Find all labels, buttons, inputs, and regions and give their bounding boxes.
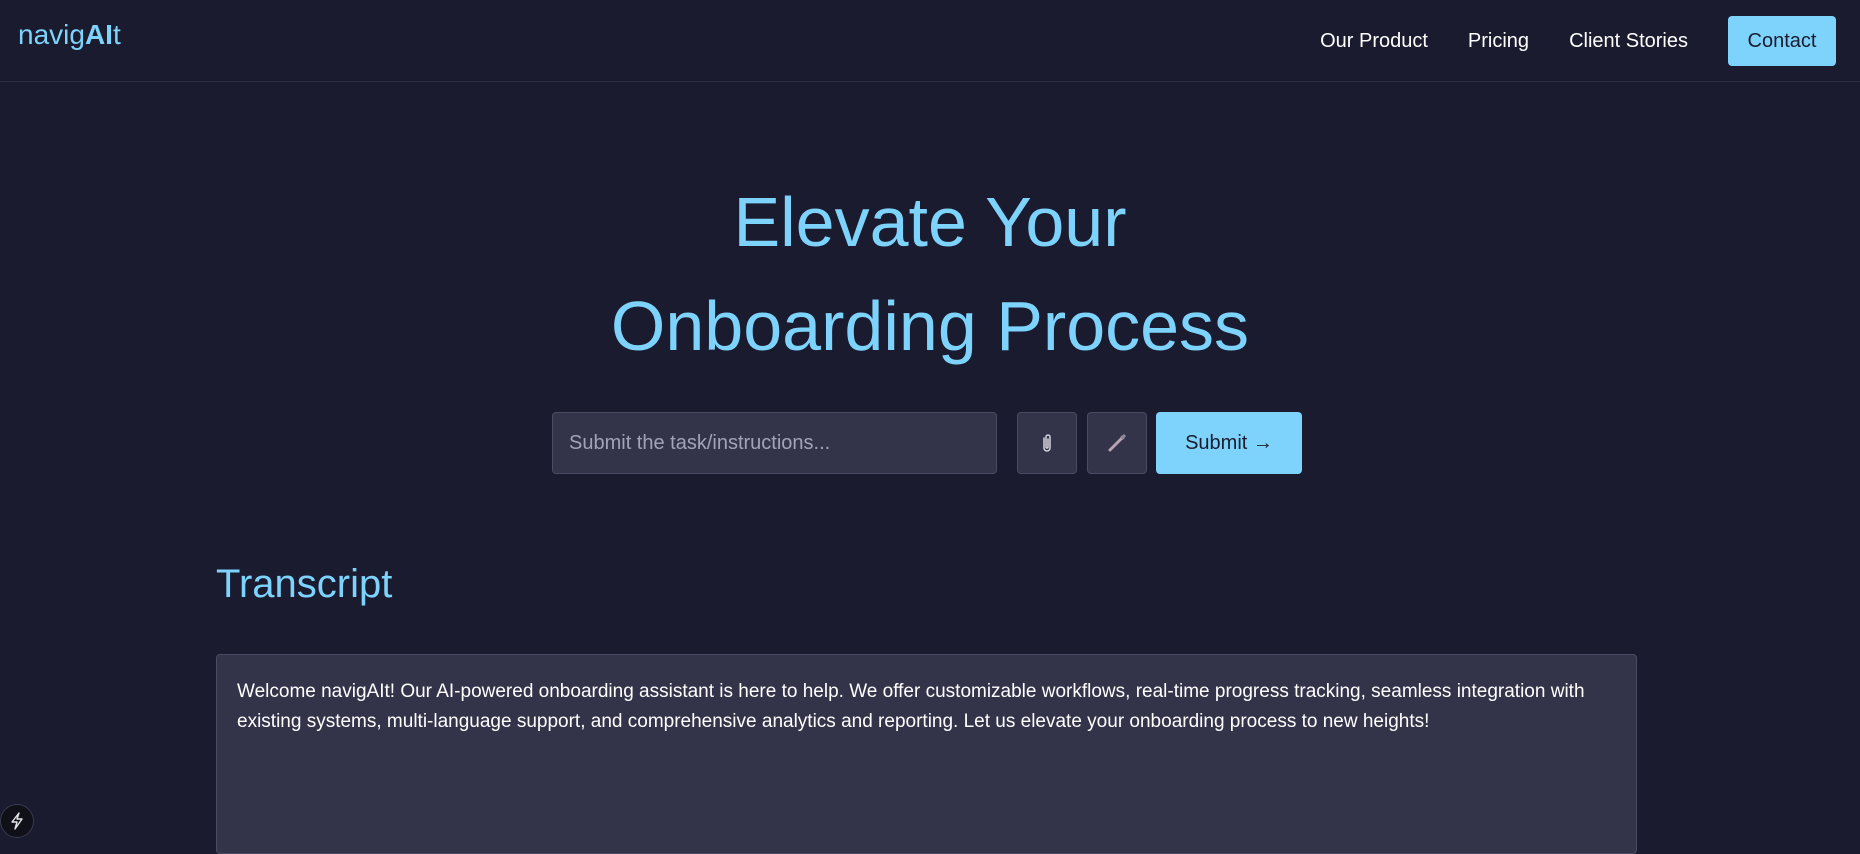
hero-title: Elevate Your Onboarding Process xyxy=(0,170,1860,378)
task-form: Submit → xyxy=(0,412,1860,474)
transcript-title: Transcript xyxy=(216,562,393,606)
transcript-text: Welcome navigAIt! Our AI-powered onboard… xyxy=(237,681,1585,732)
logo[interactable]: navigAIt xyxy=(18,19,121,51)
edit-button[interactable] xyxy=(1087,412,1147,474)
nav-links: Our Product Pricing Client Stories Conta… xyxy=(1320,0,1860,82)
paperclip-icon xyxy=(1043,434,1051,452)
dev-tools-button[interactable] xyxy=(0,804,34,838)
transcript-panel: Welcome navigAIt! Our AI-powered onboard… xyxy=(216,654,1637,854)
nav-link-our-product[interactable]: Our Product xyxy=(1320,30,1428,53)
hero-title-line-2: Onboarding Process xyxy=(610,287,1250,365)
nav-link-pricing[interactable]: Pricing xyxy=(1468,30,1529,53)
hero-title-line-1: Elevate Your xyxy=(733,183,1127,261)
logo-bold: AI xyxy=(84,19,113,50)
logo-prefix: navig xyxy=(18,19,85,50)
contact-button[interactable]: Contact xyxy=(1728,16,1836,66)
task-input[interactable] xyxy=(552,412,997,474)
nav-link-client-stories[interactable]: Client Stories xyxy=(1569,30,1688,53)
top-navbar: navigAIt Our Product Pricing Client Stor… xyxy=(0,0,1860,82)
lightning-bolt-icon xyxy=(11,812,23,830)
submit-button[interactable]: Submit → xyxy=(1156,412,1302,474)
pencil-icon xyxy=(1108,434,1126,452)
logo-suffix: t xyxy=(112,19,121,50)
attach-button[interactable] xyxy=(1017,412,1077,474)
